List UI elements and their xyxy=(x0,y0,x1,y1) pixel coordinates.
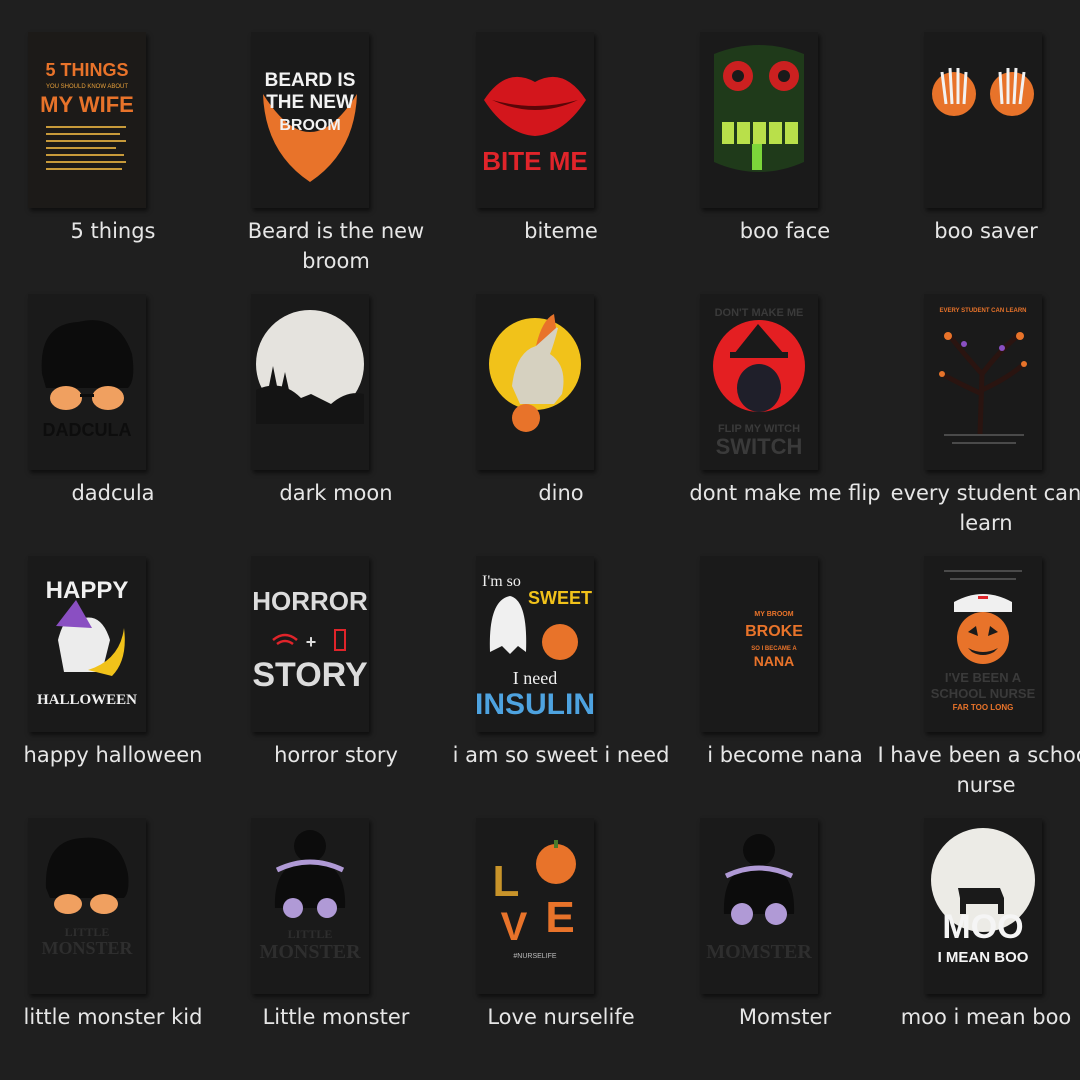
file-thumbnail xyxy=(251,294,369,470)
thumb-text: I'm so xyxy=(482,573,521,590)
thumb-text: BROKE xyxy=(745,623,803,640)
file-item[interactable]: LITTLE MONSTER little monster kid xyxy=(1,818,225,1080)
file-thumbnail: HAPPY HALLOWEEN xyxy=(28,556,146,732)
file-thumbnail: I'VE BEEN A SCHOOL NURSE FAR TOO LONG xyxy=(924,556,1042,732)
file-name: dont make me flip xyxy=(689,481,881,505)
file-item[interactable]: 5 THINGS YOU SHOULD KNOW ABOUT MY WIFE 5… xyxy=(1,32,225,294)
thumb-text: YOU SHOULD KNOW ABOUT xyxy=(46,84,128,90)
thumb-text: BEARD IS xyxy=(265,70,356,91)
file-item[interactable]: DADCULA dadcula xyxy=(1,294,225,556)
file-thumbnail: EVERY STUDENT CAN LEARN xyxy=(924,294,1042,470)
file-name: Little monster xyxy=(262,1005,410,1029)
file-name: dino xyxy=(538,481,584,505)
file-thumbnail: MOO I MEAN BOO xyxy=(924,818,1042,994)
thumb-text: MY WIFE xyxy=(40,92,134,117)
file-name: dadcula xyxy=(71,481,155,505)
file-name: boo saver xyxy=(934,219,1038,243)
thumb-text: I need xyxy=(513,668,557,688)
thumb-text: SWEET xyxy=(528,588,592,608)
file-item[interactable]: boo saver xyxy=(874,32,1080,294)
file-thumbnail: MY BROOM BROKE SO I BECAME A NANA xyxy=(700,556,818,732)
file-thumbnail xyxy=(700,32,818,208)
file-name: I have been a school nurse xyxy=(877,743,1080,797)
thumb-text: E xyxy=(545,893,574,942)
file-thumbnail: MOMSTER xyxy=(700,818,818,994)
thumb-text: I MEAN BOO xyxy=(938,949,1029,966)
thumb-text: 5 THINGS xyxy=(45,60,128,80)
svg-text:+: + xyxy=(306,632,317,652)
file-thumbnail: BITE ME xyxy=(476,32,594,208)
file-item[interactable]: I'VE BEEN A SCHOOL NURSE FAR TOO LONG I … xyxy=(874,556,1080,818)
file-thumbnail: L V E #NURSELIFE xyxy=(476,818,594,994)
thumb-text: L xyxy=(493,857,520,906)
file-item[interactable]: MY BROOM BROKE SO I BECAME A NANA i beco… xyxy=(673,556,897,818)
file-thumbnail: LITTLE MONSTER xyxy=(28,818,146,994)
thumb-text: MOMSTER xyxy=(706,941,812,963)
thumb-text: MOO xyxy=(942,908,1023,946)
thumb-text: I'VE BEEN A xyxy=(945,670,1022,685)
file-grid: 5 THINGS YOU SHOULD KNOW ABOUT MY WIFE 5… xyxy=(0,0,1080,1080)
thumb-text: SWITCH xyxy=(716,434,803,459)
file-thumbnail: LITTLE MONSTER xyxy=(251,818,369,994)
file-name: i am so sweet i need xyxy=(452,743,670,767)
file-item[interactable]: EVERY STUDENT CAN LEARN every student ca… xyxy=(874,294,1080,556)
thumb-text: MONSTER xyxy=(41,938,133,958)
file-item[interactable]: BEARD IS THE NEW BROOM Beard is the new … xyxy=(224,32,448,294)
file-name: every student can learn xyxy=(890,481,1080,535)
thumb-text: SO I BECAME A xyxy=(751,646,797,652)
file-item[interactable]: dino xyxy=(449,294,673,556)
file-thumbnail: 5 THINGS YOU SHOULD KNOW ABOUT MY WIFE xyxy=(28,32,146,208)
thumb-text: MY BROOM xyxy=(754,611,793,618)
thumb-text: #NURSELIFE xyxy=(513,953,557,960)
file-thumbnail: DON'T MAKE ME FLIP MY WITCH SWITCH xyxy=(700,294,818,470)
file-item[interactable]: MOO I MEAN BOO moo i mean boo xyxy=(874,818,1080,1080)
thumb-text: EVERY STUDENT CAN LEARN xyxy=(939,308,1026,314)
file-item[interactable]: dark moon xyxy=(224,294,448,556)
thumb-text: V xyxy=(501,905,528,949)
file-item[interactable]: HORROR + STORY horror story xyxy=(224,556,448,818)
thumb-text: HALLOWEEN xyxy=(37,692,137,708)
file-thumbnail xyxy=(476,294,594,470)
file-name: horror story xyxy=(274,743,398,767)
thumb-text: MONSTER xyxy=(259,941,361,963)
thumb-text: HAPPY xyxy=(46,577,129,604)
thumb-text: NANA xyxy=(754,653,794,669)
file-name: moo i mean boo xyxy=(900,1005,1072,1029)
file-name: 5 things xyxy=(70,219,156,243)
file-name: biteme xyxy=(524,219,598,243)
thumb-text: BROOM xyxy=(279,117,340,134)
file-item[interactable]: BITE ME biteme xyxy=(449,32,673,294)
file-name: happy halloween xyxy=(23,743,203,767)
file-name: Beard is the new broom xyxy=(247,219,425,273)
file-item[interactable]: I'm so SWEET I need INSULIN i am so swee… xyxy=(449,556,673,818)
file-name: i become nana xyxy=(707,743,863,767)
file-name: little monster kid xyxy=(23,1005,203,1029)
thumb-text: INSULIN xyxy=(476,688,594,721)
file-name: Love nurselife xyxy=(487,1005,635,1029)
file-item[interactable]: LITTLE MONSTER Little monster xyxy=(224,818,448,1080)
file-thumbnail: BEARD IS THE NEW BROOM xyxy=(251,32,369,208)
file-thumbnail xyxy=(924,32,1042,208)
thumb-text: BITE ME xyxy=(482,146,587,176)
thumb-text: DADCULA xyxy=(43,420,132,440)
thumb-text: LITTLE xyxy=(65,925,110,939)
file-item[interactable]: MOMSTER Momster xyxy=(673,818,897,1080)
thumb-text: LITTLE xyxy=(288,927,333,941)
file-item[interactable]: DON'T MAKE ME FLIP MY WITCH SWITCH dont … xyxy=(673,294,897,556)
file-item[interactable]: HAPPY HALLOWEEN happy halloween xyxy=(1,556,225,818)
thumb-text: THE NEW xyxy=(266,92,354,113)
file-name: Momster xyxy=(738,1005,832,1029)
file-name: dark moon xyxy=(279,481,393,505)
thumb-text: STORY xyxy=(252,656,368,694)
file-item[interactable]: boo face xyxy=(673,32,897,294)
thumb-text: HORROR xyxy=(252,586,368,616)
file-thumbnail: I'm so SWEET I need INSULIN xyxy=(476,556,594,732)
file-thumbnail: HORROR + STORY xyxy=(251,556,369,732)
file-name: boo face xyxy=(739,219,831,243)
file-thumbnail: DADCULA xyxy=(28,294,146,470)
thumb-text: SCHOOL NURSE xyxy=(931,686,1036,701)
file-item[interactable]: L V E #NURSELIFE Love nurselife xyxy=(449,818,673,1080)
thumb-text: DON'T MAKE ME xyxy=(715,307,804,319)
thumb-text: FAR TOO LONG xyxy=(953,703,1014,712)
